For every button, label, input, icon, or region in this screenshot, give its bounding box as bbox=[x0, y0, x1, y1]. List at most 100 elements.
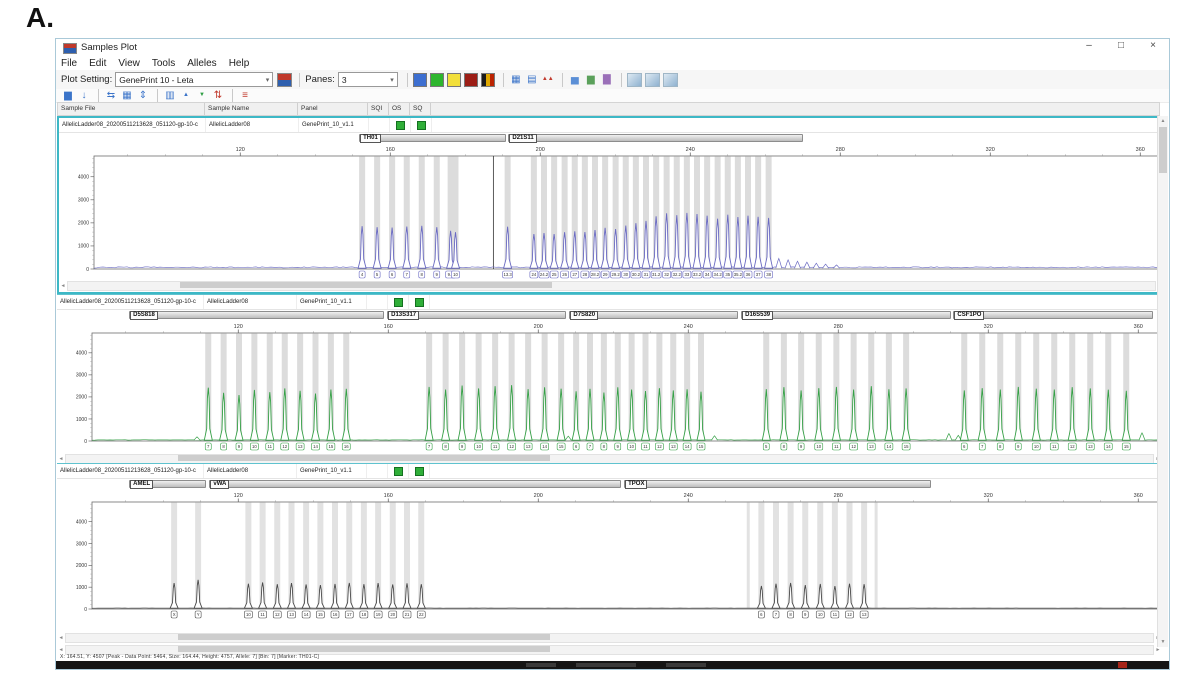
marker-bar-D16S539[interactable]: D16S539 bbox=[741, 311, 951, 319]
dye-all-button[interactable] bbox=[481, 73, 495, 87]
marker-bar-TH01[interactable]: TH01 bbox=[359, 134, 506, 142]
scroll-right-icon[interactable]: ► bbox=[1154, 647, 1162, 653]
menu-view[interactable]: View bbox=[118, 58, 140, 69]
marker-bar-D13S317[interactable]: D13S317 bbox=[387, 311, 566, 319]
sample-row[interactable]: AllelicLadder08_20200511213628_051120-gp… bbox=[57, 295, 1162, 310]
svg-text:16: 16 bbox=[333, 612, 338, 617]
scroll-left-icon[interactable]: ◄ bbox=[57, 635, 65, 641]
h-scrollbar-thumb[interactable] bbox=[178, 455, 550, 461]
scroll-left-icon[interactable]: ◄ bbox=[57, 456, 65, 462]
svg-text:0: 0 bbox=[84, 439, 87, 445]
marker-bar-row: AMELvWATPOX bbox=[57, 479, 1162, 490]
toolbar-row1-icons: ▦▤▲▲ ▅▆▇ bbox=[413, 73, 681, 87]
baseline-tool-button[interactable]: ≡ bbox=[238, 89, 252, 102]
electropherogram-pane1[interactable]: 0100020003000400012016020024028032036045… bbox=[61, 144, 1165, 282]
genotypes-table-view-button[interactable]: ▤ bbox=[525, 73, 539, 86]
full-view-button[interactable]: ▦ bbox=[120, 89, 134, 102]
sq-status-cell bbox=[409, 295, 430, 309]
combine-plot-button[interactable]: ▆ bbox=[584, 73, 598, 86]
h-scrollbar-track[interactable] bbox=[65, 454, 1154, 464]
os-status-cell bbox=[390, 118, 411, 132]
zoom-vertical-button[interactable]: ⇕ bbox=[136, 89, 150, 102]
peak-markers-button[interactable]: ▲▲ bbox=[541, 73, 555, 86]
h-scrollbar-thumb[interactable] bbox=[178, 646, 550, 652]
os-status-cell bbox=[388, 295, 409, 309]
overlay-plot-button[interactable]: ▅ bbox=[568, 73, 582, 86]
dye-yellow-button[interactable] bbox=[447, 73, 461, 87]
column-os[interactable]: OS bbox=[389, 103, 410, 115]
svg-text:240: 240 bbox=[684, 324, 693, 330]
h-scrollbar-thumb[interactable] bbox=[180, 282, 552, 288]
marker-bar-D5S818[interactable]: D5S818 bbox=[129, 311, 384, 319]
marker-bar-D7S820[interactable]: D7S820 bbox=[569, 311, 738, 319]
maximize-button[interactable]: □ bbox=[1115, 40, 1127, 51]
plot-setting-dropdown[interactable]: GenePrint 10 - Leta ▾ bbox=[115, 72, 273, 87]
taskbar-item bbox=[576, 663, 636, 667]
svg-text:14: 14 bbox=[1106, 444, 1111, 449]
sample-row[interactable]: AllelicLadder08_20200511213628_051120-gp… bbox=[57, 464, 1162, 479]
menu-help[interactable]: Help bbox=[229, 58, 250, 69]
svg-text:37: 37 bbox=[756, 272, 761, 277]
scroll-up-icon[interactable]: ▲ bbox=[1158, 116, 1168, 126]
plot-setting-editor-icon[interactable] bbox=[277, 73, 292, 87]
svg-text:4000: 4000 bbox=[76, 519, 87, 525]
menu-tools[interactable]: Tools bbox=[152, 58, 175, 69]
scroll-down-icon[interactable]: ▼ bbox=[1158, 637, 1168, 647]
column-sample-name[interactable]: Sample Name bbox=[205, 103, 298, 115]
sample-row[interactable]: AllelicLadder08_20200511213628_051120-gp… bbox=[59, 118, 1160, 133]
marker-bar-AMEL[interactable]: AMEL bbox=[129, 480, 206, 488]
dye-blue-button[interactable] bbox=[413, 73, 427, 87]
report-button[interactable] bbox=[645, 73, 660, 87]
v-scrollbar-thumb[interactable] bbox=[1159, 127, 1167, 173]
close-button[interactable]: × bbox=[1147, 40, 1159, 51]
svg-text:160: 160 bbox=[384, 324, 393, 330]
export-image-button[interactable] bbox=[663, 73, 678, 87]
marker-bar-D21S11[interactable]: D21S11 bbox=[508, 134, 803, 142]
swap-panes-button[interactable]: ⇅ bbox=[211, 89, 225, 102]
svg-text:240: 240 bbox=[686, 147, 695, 153]
svg-text:27: 27 bbox=[572, 272, 577, 277]
column-sq[interactable]: SQ bbox=[410, 103, 431, 115]
svg-text:13: 13 bbox=[1088, 444, 1093, 449]
svg-text:24.2: 24.2 bbox=[540, 272, 549, 277]
scale-y-button[interactable]: ▆ bbox=[61, 89, 75, 102]
svg-text:1000: 1000 bbox=[78, 244, 89, 250]
marker-bar-vWA[interactable]: vWA bbox=[209, 480, 621, 488]
fit-vertical-button[interactable]: ↓ bbox=[77, 89, 91, 102]
column-sample-file[interactable]: Sample File bbox=[58, 103, 205, 115]
minimize-button[interactable]: – bbox=[1083, 40, 1095, 51]
svg-text:11: 11 bbox=[493, 444, 498, 449]
column-panel[interactable]: Panel bbox=[298, 103, 368, 115]
menu-alleles[interactable]: Alleles bbox=[187, 58, 216, 69]
h-scrollbar-thumb[interactable] bbox=[178, 634, 550, 640]
samples-table-view-button[interactable]: ▦ bbox=[509, 73, 523, 86]
raise-baseline-button[interactable]: ▲ bbox=[179, 89, 193, 102]
sample-name-cell: AllelicLadder08 bbox=[204, 295, 297, 309]
zoom-horizontal-button[interactable]: ⇆ bbox=[104, 89, 118, 102]
electropherogram-pane3[interactable]: 01000200030004000120160200240280320360XY… bbox=[59, 490, 1163, 622]
svg-text:280: 280 bbox=[834, 493, 843, 499]
marker-bar-TPOX[interactable]: TPOX bbox=[624, 480, 931, 488]
panes-dropdown[interactable]: 3 ▾ bbox=[338, 72, 398, 87]
scroll-left-icon[interactable]: ◄ bbox=[59, 283, 67, 289]
print-preview-button[interactable] bbox=[627, 73, 642, 87]
svg-text:28: 28 bbox=[582, 272, 587, 277]
scroll-left-icon[interactable]: ◄ bbox=[57, 647, 65, 653]
marker-bar-CSF1PO[interactable]: CSF1PO bbox=[953, 311, 1153, 319]
h-scrollbar-track[interactable] bbox=[67, 281, 1156, 291]
pan-view-button[interactable]: ▥ bbox=[163, 89, 177, 102]
dye-red-button[interactable] bbox=[464, 73, 478, 87]
menu-edit[interactable]: Edit bbox=[89, 58, 106, 69]
marker-bar-row: D5S818D13S317D7S820D16S539CSF1PO bbox=[57, 310, 1162, 321]
split-plot-button[interactable]: ▇ bbox=[600, 73, 614, 86]
h-scrollbar-track[interactable] bbox=[65, 645, 1154, 655]
h-scrollbar-track[interactable] bbox=[65, 633, 1154, 643]
column-sqi[interactable]: SQI bbox=[368, 103, 389, 115]
electropherogram-pane2[interactable]: 0100020003000400012016020024028032036078… bbox=[59, 321, 1163, 454]
svg-text:2000: 2000 bbox=[76, 563, 87, 569]
lower-baseline-button[interactable]: ▼ bbox=[195, 89, 209, 102]
svg-text:13: 13 bbox=[289, 612, 294, 617]
dye-green-button[interactable] bbox=[430, 73, 444, 87]
svg-text:160: 160 bbox=[386, 147, 395, 153]
menu-file[interactable]: File bbox=[61, 58, 77, 69]
